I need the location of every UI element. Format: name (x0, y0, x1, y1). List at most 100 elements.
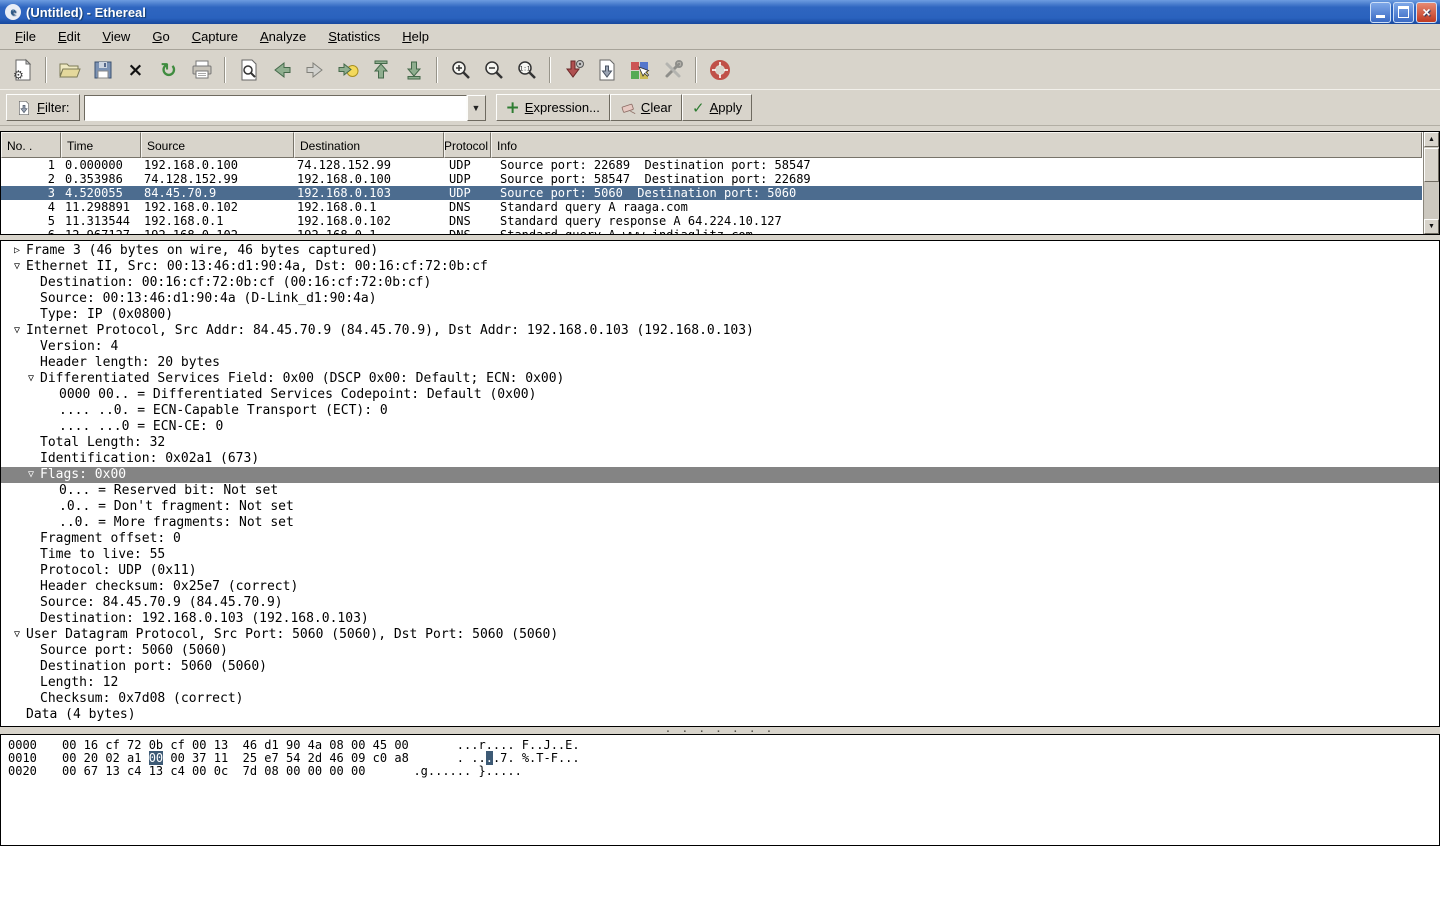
display-filter-button[interactable] (590, 54, 623, 86)
column-header-destination[interactable]: Destination (294, 132, 444, 158)
clear-button[interactable]: Clear (610, 94, 682, 121)
packet-row[interactable]: 1 0.000000 192.168.0.100 74.128.152.99 U… (1, 158, 1422, 172)
detail-line[interactable]: Data (4 bytes) (1, 707, 1439, 723)
detail-line[interactable]: .... ...0 = ECN-CE: 0 (1, 419, 1439, 435)
detail-line[interactable]: 0... = Reserved bit: Not set (1, 483, 1439, 499)
expander-icon[interactable]: ▷ (8, 243, 26, 259)
titlebar[interactable]: (Untitled) - Ethereal × (0, 0, 1440, 24)
detail-line[interactable]: Source: 84.45.70.9 (84.45.70.9) (1, 595, 1439, 611)
detail-line[interactable]: Version: 4 (1, 339, 1439, 355)
detail-line[interactable]: Header length: 20 bytes (1, 355, 1439, 371)
detail-line[interactable]: Destination: 00:16:cf:72:0b:cf (00:16:cf… (1, 275, 1439, 291)
scroll-up-icon[interactable]: ▲ (1424, 132, 1439, 147)
detail-line[interactable]: Destination: 192.168.0.103 (192.168.0.10… (1, 611, 1439, 627)
close-capture-button[interactable]: × (119, 54, 152, 86)
detail-line[interactable]: ..0. = More fragments: Not set (1, 515, 1439, 531)
find-button[interactable] (232, 54, 265, 86)
detail-line[interactable]: Protocol: UDP (0x11) (1, 563, 1439, 579)
detail-text: Source port: 5060 (5060) (40, 643, 228, 659)
detail-line[interactable]: ▽ User Datagram Protocol, Src Port: 5060… (1, 627, 1439, 643)
detail-line[interactable]: ▽ Internet Protocol, Src Addr: 84.45.70.… (1, 323, 1439, 339)
filter-button[interactable]: Filter: (6, 94, 80, 121)
zoom-in-button[interactable] (444, 54, 477, 86)
scrollbar-thumb[interactable] (1424, 148, 1439, 182)
detail-line[interactable]: Fragment offset: 0 (1, 531, 1439, 547)
go-top-button[interactable] (364, 54, 397, 86)
expander-icon[interactable]: ▽ (8, 323, 26, 339)
packet-list-scrollbar[interactable]: ▲ ▼ (1423, 132, 1439, 234)
restore-button[interactable] (1393, 2, 1414, 23)
coloring-rules-button[interactable] (623, 54, 656, 86)
detail-line[interactable]: Checksum: 0x7d08 (correct) (1, 691, 1439, 707)
apply-button[interactable]: ✓ Apply (682, 94, 752, 121)
detail-text: Type: IP (0x0800) (40, 307, 173, 323)
menu-analyze[interactable]: Analyze (249, 25, 317, 48)
packet-row[interactable]: 5 11.313544 192.168.0.1 192.168.0.102 DN… (1, 214, 1422, 228)
filter-dropdown-button[interactable]: ▼ (467, 95, 486, 121)
detail-line[interactable]: Time to live: 55 (1, 547, 1439, 563)
zoom-normal-button[interactable]: 1:1 (510, 54, 543, 86)
back-button[interactable] (265, 54, 298, 86)
go-bottom-icon (402, 58, 426, 82)
capture-filter-button[interactable] (557, 54, 590, 86)
detail-line[interactable]: ▽ Differentiated Services Field: 0x00 (D… (1, 371, 1439, 387)
detail-line[interactable]: ▽ Ethernet II, Src: 00:13:46:d1:90:4a, D… (1, 259, 1439, 275)
reload-icon: ↻ (160, 58, 177, 82)
expander-icon[interactable]: ▽ (22, 371, 40, 387)
splitter-handle-icon[interactable] (665, 728, 774, 733)
scroll-down-icon[interactable]: ▼ (1424, 219, 1439, 234)
detail-line[interactable]: .0.. = Don't fragment: Not set (1, 499, 1439, 515)
reload-button[interactable]: ↻ (152, 54, 185, 86)
menu-edit[interactable]: Edit (47, 25, 91, 48)
menu-file[interactable]: File (4, 25, 47, 48)
save-button[interactable] (86, 54, 119, 86)
print-button[interactable] (185, 54, 218, 86)
detail-line[interactable]: Header checksum: 0x25e7 (correct) (1, 579, 1439, 595)
filter-input[interactable] (84, 95, 467, 121)
find-packet-icon (237, 58, 261, 82)
packet-row[interactable]: 6 12.967127 192.168.0.102 192.168.0.1 DN… (1, 228, 1422, 234)
detail-line[interactable]: .... ..0. = ECN-Capable Transport (ECT):… (1, 403, 1439, 419)
column-header-info[interactable]: Info (491, 132, 1422, 158)
pane-splitter[interactable] (0, 727, 1440, 734)
detail-line[interactable]: Type: IP (0x0800) (1, 307, 1439, 323)
main-toolbar: ⚙ × ↻ (0, 50, 1440, 90)
minimize-button[interactable] (1370, 2, 1391, 23)
filter-icon (16, 100, 32, 116)
detail-line[interactable]: Source port: 5060 (5060) (1, 643, 1439, 659)
menu-capture[interactable]: Capture (181, 25, 249, 48)
expander-icon[interactable]: ▽ (22, 467, 40, 483)
packet-row[interactable]: 4 11.298891 192.168.0.102 192.168.0.1 DN… (1, 200, 1422, 214)
detail-line[interactable]: Length: 12 (1, 675, 1439, 691)
open-button[interactable] (53, 54, 86, 86)
expander-icon[interactable]: ▽ (8, 627, 26, 643)
forward-button[interactable] (298, 54, 331, 86)
detail-line[interactable]: ▽ Flags: 0x00 (1, 467, 1439, 483)
menu-help[interactable]: Help (391, 25, 440, 48)
column-header-time[interactable]: Time (61, 132, 141, 158)
zoom-out-button[interactable] (477, 54, 510, 86)
column-header-source[interactable]: Source (141, 132, 294, 158)
detail-line[interactable]: ▷ Frame 3 (46 bytes on wire, 46 bytes ca… (1, 243, 1439, 259)
detail-line[interactable]: Identification: 0x02a1 (673) (1, 451, 1439, 467)
jump-button[interactable] (331, 54, 364, 86)
capture-interfaces-button[interactable]: ⚙ (6, 54, 39, 86)
detail-line[interactable]: Source: 00:13:46:d1:90:4a (D-Link_d1:90:… (1, 291, 1439, 307)
detail-line[interactable]: Total Length: 32 (1, 435, 1439, 451)
menu-view[interactable]: View (91, 25, 141, 48)
close-button[interactable]: × (1416, 2, 1437, 23)
menu-statistics[interactable]: Statistics (317, 25, 391, 48)
expander-icon[interactable]: ▽ (8, 259, 26, 275)
packet-row[interactable]: 2 0.353986 74.128.152.99 192.168.0.100 U… (1, 172, 1422, 186)
go-bottom-button[interactable] (397, 54, 430, 86)
hex-row[interactable]: 0020 00 67 13 c4 13 c4 00 0c 7d 08 00 00… (8, 765, 1439, 778)
packet-row[interactable]: 3 4.520055 84.45.70.9 192.168.0.103 UDP … (1, 186, 1422, 200)
detail-line[interactable]: Destination port: 5060 (5060) (1, 659, 1439, 675)
column-header-no[interactable]: No. . (1, 132, 61, 158)
help-button[interactable] (703, 54, 736, 86)
menu-go[interactable]: Go (141, 25, 180, 48)
expression-button[interactable]: + Expression... (496, 94, 610, 121)
column-header-protocol[interactable]: Protocol (444, 132, 491, 158)
detail-line[interactable]: 0000 00.. = Differentiated Services Code… (1, 387, 1439, 403)
preferences-button[interactable] (656, 54, 689, 86)
